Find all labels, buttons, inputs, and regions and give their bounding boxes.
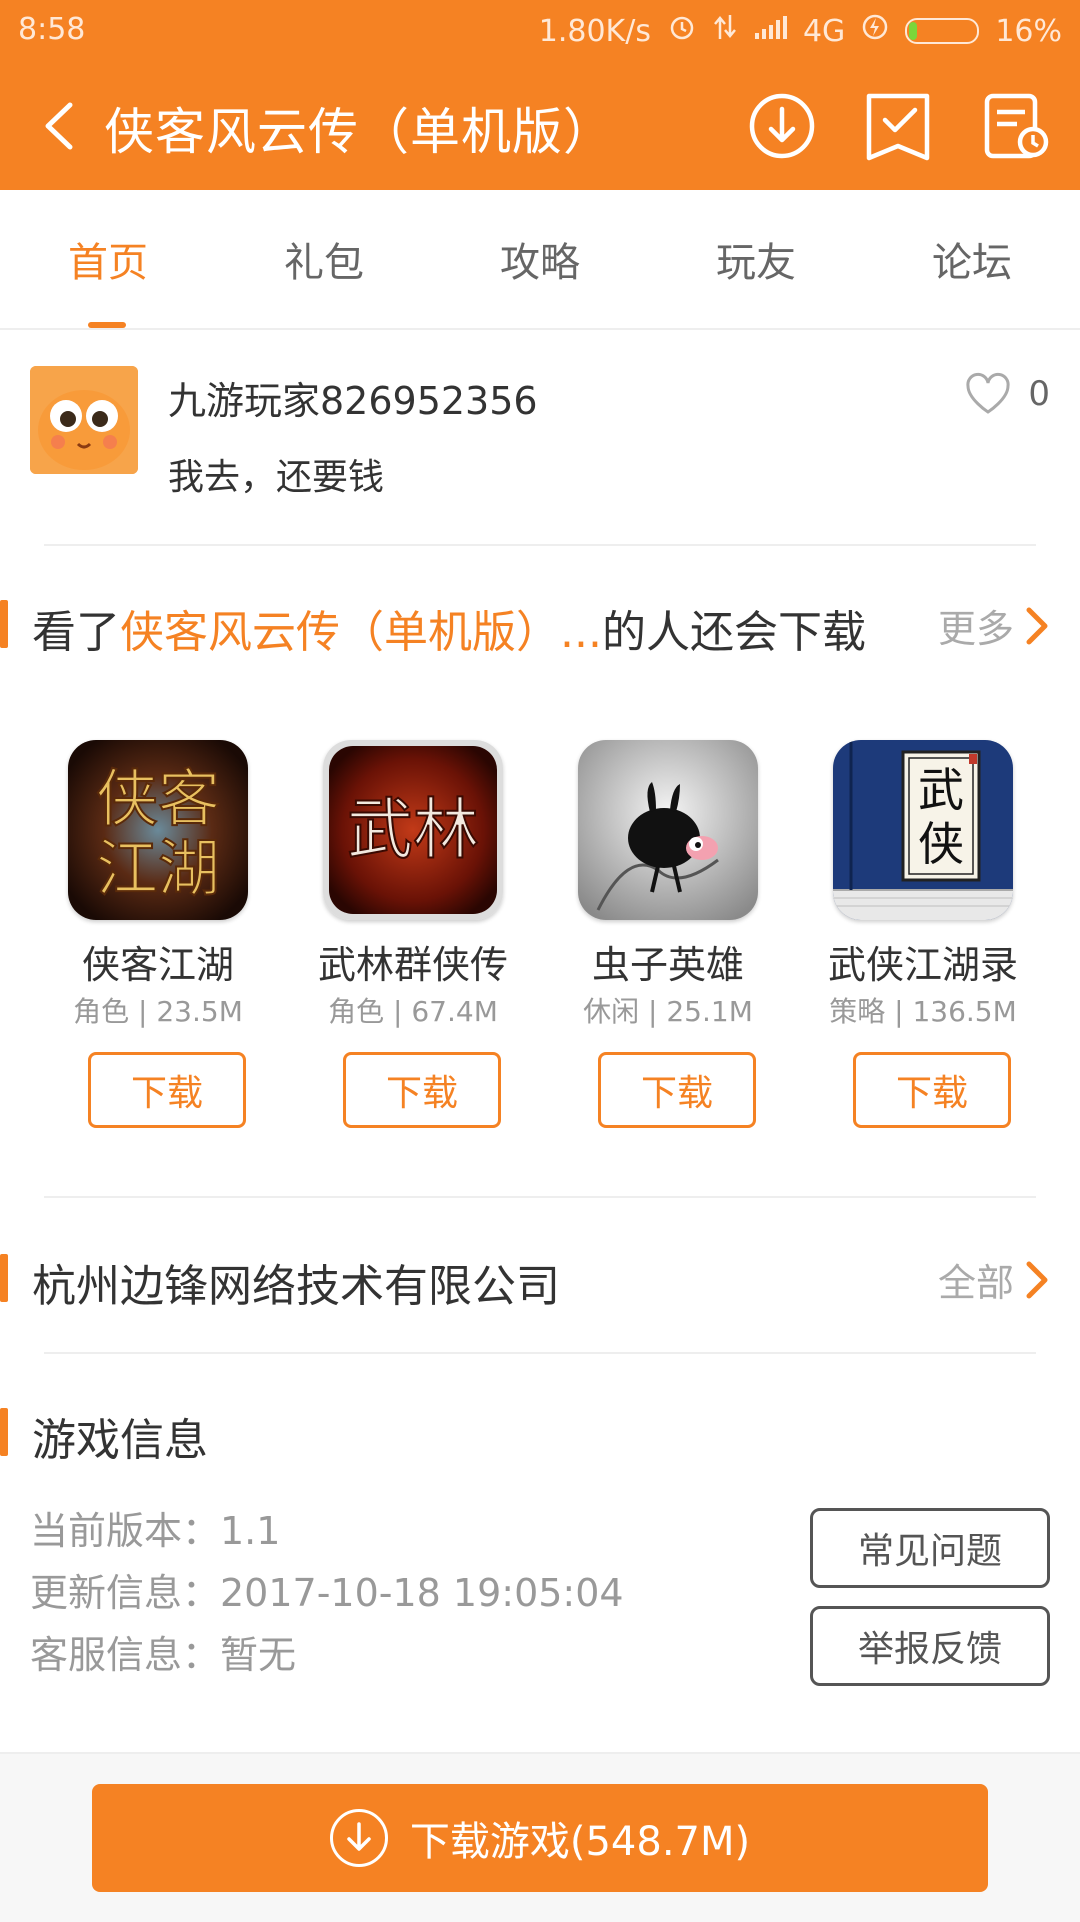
game-meta: 角色 | 67.4M bbox=[328, 995, 498, 1028]
game-icon-text: 侠客 bbox=[96, 762, 220, 835]
download-game-button[interactable]: 下载游戏(548.7M) bbox=[92, 1784, 988, 1892]
download-game-label: 下载游戏(548.7M) bbox=[409, 1819, 751, 1865]
game-info-header: 游戏信息 bbox=[0, 1390, 1080, 1474]
download-button[interactable]: 下载 bbox=[853, 1052, 1011, 1128]
update-info: 更新信息：2017-10-18 19:05:04 bbox=[30, 1571, 624, 1615]
recommend-header: 看了侠客风云传（单机版）...的人还会下载 更多 bbox=[0, 582, 1080, 666]
like-button[interactable]: 0 bbox=[964, 372, 1050, 416]
tab-friends[interactable]: 玩友 bbox=[648, 190, 864, 328]
battery-percent: 16% bbox=[995, 13, 1062, 49]
recommend-title: 看了侠客风云传（单机版）...的人还会下载 bbox=[32, 596, 866, 660]
status-bar: 8:58 1.80K/s 4G 16% bbox=[0, 0, 1080, 62]
chevron-right-icon bbox=[1026, 1261, 1048, 1298]
download-button[interactable]: 下载 bbox=[88, 1052, 246, 1128]
version-info: 当前版本：1.1 bbox=[30, 1509, 281, 1553]
checklist-icon[interactable] bbox=[860, 88, 936, 164]
game-meta: 休闲 | 25.1M bbox=[583, 995, 753, 1028]
game-info-title: 游戏信息 bbox=[32, 1415, 208, 1466]
charging-icon bbox=[861, 13, 889, 49]
recommend-games: 侠客 江湖 侠客江湖 角色 | 23.5M 下载 武林 武林群侠传 角色 | 6… bbox=[0, 738, 1080, 1138]
support-info: 客服信息：暂无 bbox=[30, 1633, 297, 1677]
tab-home[interactable]: 首页 bbox=[0, 190, 216, 328]
status-time: 8:58 bbox=[18, 12, 86, 47]
avatar[interactable] bbox=[30, 366, 138, 474]
download-button[interactable]: 下载 bbox=[598, 1052, 756, 1128]
comment-username[interactable]: 九游玩家826952356 bbox=[168, 370, 538, 425]
game-meta: 策略 | 136.5M bbox=[829, 995, 1017, 1028]
faq-button[interactable]: 常见问题 bbox=[810, 1508, 1050, 1588]
more-link[interactable]: 更多 bbox=[938, 598, 1050, 653]
header: 8:58 1.80K/s 4G 16% 侠客风云传（单机版） bbox=[0, 0, 1080, 190]
developer-row[interactable]: 杭州边锋网络技术有限公司 全部 bbox=[0, 1236, 1080, 1320]
network-speed: 1.80K/s bbox=[538, 13, 651, 49]
tab-forum[interactable]: 论坛 bbox=[864, 190, 1080, 328]
game-icon-text: 侠 bbox=[918, 817, 964, 871]
download-icon bbox=[329, 1809, 388, 1867]
game-card[interactable]: 虫子英雄 休闲 | 25.1M 下载 bbox=[522, 738, 777, 1138]
tab-label: 论坛 bbox=[932, 240, 1012, 286]
page-title: 侠客风云传（单机版） bbox=[104, 103, 614, 161]
app-bar: 侠客风云传（单机版） bbox=[0, 62, 1080, 190]
download-button[interactable]: 下载 bbox=[343, 1052, 501, 1128]
game-icon[interactable]: 武林 bbox=[323, 740, 503, 920]
game-icon-text: 武 bbox=[918, 763, 964, 817]
game-card[interactable]: 武林 武林群侠传 角色 | 67.4M 下载 bbox=[267, 738, 522, 1138]
section-marker bbox=[0, 1408, 8, 1456]
network-type: 4G bbox=[802, 13, 846, 49]
comment-item[interactable]: 九游玩家826952356 我去，还要钱 0 bbox=[0, 330, 1080, 545]
game-name[interactable]: 武侠江湖录 bbox=[777, 934, 1069, 989]
title-prefix: 看了 bbox=[32, 607, 120, 658]
heart-icon bbox=[966, 372, 1010, 414]
title-game: 侠客风云传（单机版）... bbox=[120, 607, 602, 658]
comment-text: 我去，还要钱 bbox=[168, 457, 385, 498]
tab-label: 礼包 bbox=[284, 240, 364, 286]
tab-guide[interactable]: 攻略 bbox=[432, 190, 648, 328]
bottom-bar: 下载游戏(548.7M) bbox=[0, 1752, 1080, 1922]
divider bbox=[44, 1352, 1036, 1354]
all-label: 全部 bbox=[937, 1261, 1014, 1305]
alarm-icon bbox=[667, 12, 697, 50]
divider bbox=[44, 544, 1036, 546]
download-icon[interactable] bbox=[744, 88, 820, 164]
section-marker bbox=[0, 1254, 8, 1302]
signal-icon bbox=[753, 14, 787, 49]
tab-label: 首页 bbox=[68, 240, 148, 286]
game-card[interactable]: 侠客 江湖 侠客江湖 角色 | 23.5M 下载 bbox=[12, 738, 267, 1138]
back-icon[interactable] bbox=[30, 94, 90, 158]
tab-bar: 首页 礼包 攻略 玩友 论坛 bbox=[0, 190, 1080, 330]
title-suffix: 的人还会下载 bbox=[601, 607, 866, 658]
all-link[interactable]: 全部 bbox=[938, 1252, 1050, 1307]
status-right: 1.80K/s 4G 16% bbox=[539, 12, 1062, 50]
game-icon[interactable]: 侠客 江湖 bbox=[68, 740, 248, 920]
battery-icon bbox=[905, 18, 980, 44]
game-meta: 角色 | 23.5M bbox=[73, 995, 243, 1028]
game-icon[interactable] bbox=[578, 740, 758, 920]
chevron-right-icon bbox=[1026, 607, 1048, 644]
game-icon-text: 江湖 bbox=[96, 832, 220, 905]
tab-label: 玩友 bbox=[716, 240, 796, 286]
game-name[interactable]: 武林群侠传 bbox=[267, 934, 559, 989]
data-arrows-icon bbox=[713, 13, 737, 49]
tab-indicator bbox=[88, 322, 126, 328]
tab-gift[interactable]: 礼包 bbox=[216, 190, 432, 328]
like-count: 0 bbox=[1028, 374, 1050, 414]
game-name[interactable]: 虫子英雄 bbox=[522, 934, 814, 989]
game-icon[interactable]: 武 侠 bbox=[833, 740, 1013, 920]
tab-label: 攻略 bbox=[500, 240, 580, 286]
more-label: 更多 bbox=[937, 607, 1014, 651]
game-icon-text: 武林 bbox=[347, 791, 479, 868]
section-marker bbox=[0, 600, 8, 648]
divider bbox=[44, 1196, 1036, 1198]
developer-name: 杭州边锋网络技术有限公司 bbox=[32, 1261, 560, 1312]
game-card[interactable]: 武 侠 武侠江湖录 策略 | 136.5M 下载 bbox=[777, 738, 1032, 1138]
report-button[interactable]: 举报反馈 bbox=[810, 1606, 1050, 1686]
game-name[interactable]: 侠客江湖 bbox=[12, 934, 304, 989]
history-icon[interactable] bbox=[978, 88, 1054, 164]
game-info-details: 当前版本：1.1 更新信息：2017-10-18 19:05:04 客服信息：暂… bbox=[30, 1500, 624, 1686]
